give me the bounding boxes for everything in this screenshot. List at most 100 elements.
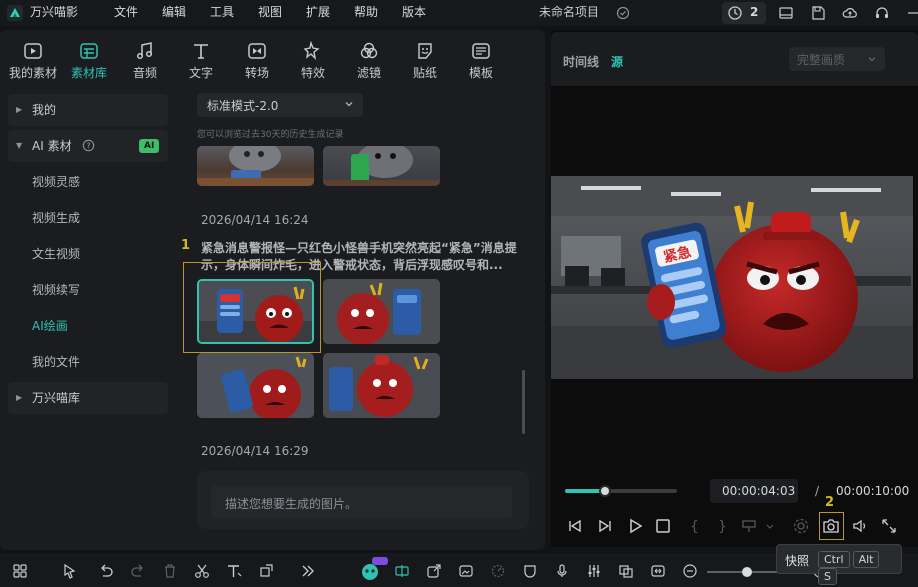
caret-right-icon: ▶ xyxy=(16,105,23,114)
scissors-icon[interactable] xyxy=(194,563,210,579)
stop-icon[interactable] xyxy=(654,517,672,535)
help-icon[interactable]: ? xyxy=(82,139,95,152)
image-edit-icon[interactable] xyxy=(458,563,474,579)
cloud-upload-icon[interactable] xyxy=(842,5,858,21)
preview-image[interactable]: 紧急 xyxy=(551,176,913,379)
current-time-box: 00:00:04:03 xyxy=(710,479,798,503)
menu-extensions[interactable]: 扩展 xyxy=(306,0,330,26)
notification-icon xyxy=(727,5,743,21)
music-icon xyxy=(119,40,171,62)
generated-image[interactable] xyxy=(197,353,314,418)
sidebar-item-ai-painting[interactable]: AI绘画 xyxy=(8,310,168,342)
insert-icon[interactable] xyxy=(740,517,758,535)
settings-gear-icon[interactable] xyxy=(792,517,810,535)
prompt-input[interactable]: 描述您想要生成的图片。 xyxy=(211,486,512,518)
effects-icon xyxy=(287,40,339,62)
more-tools-icon[interactable] xyxy=(300,563,316,579)
app-logo-icon xyxy=(6,4,24,22)
zoom-out-icon[interactable] xyxy=(682,563,698,579)
filter-icon xyxy=(343,40,395,62)
tab-source[interactable]: 源 xyxy=(611,53,623,70)
generated-image-selected[interactable] xyxy=(197,279,314,344)
step-marker-2: 2 xyxy=(825,495,835,510)
tab-audio[interactable]: 音频 xyxy=(119,40,171,80)
speed-icon[interactable] xyxy=(490,563,506,579)
content-scrollbar[interactable] xyxy=(522,370,525,434)
time-separator: / xyxy=(815,484,820,498)
tab-filters[interactable]: 滤镜 xyxy=(343,40,395,80)
zoom-slider[interactable] xyxy=(707,567,777,577)
layout-icon[interactable] xyxy=(778,5,794,21)
notification-count: 2 xyxy=(750,5,759,19)
tooltip-key: Ctrl xyxy=(818,551,850,568)
fullscreen-icon[interactable] xyxy=(880,517,898,535)
redo-icon[interactable] xyxy=(130,563,146,579)
crop-icon[interactable] xyxy=(258,563,274,579)
mode-select[interactable]: 标准模式-2.0 xyxy=(197,93,363,117)
tab-stickers[interactable]: 贴纸 xyxy=(399,40,451,80)
export-clip-icon[interactable] xyxy=(426,563,442,579)
delete-icon[interactable] xyxy=(162,563,178,579)
sidebar-item-ai-materials[interactable]: ▼ AI 素材 ? AI xyxy=(8,130,168,162)
sidebar-item-my[interactable]: ▶ 我的 xyxy=(8,94,168,126)
play-icon[interactable] xyxy=(626,517,644,535)
tab-timeline[interactable]: 时间线 xyxy=(563,53,599,70)
menu-file[interactable]: 文件 xyxy=(114,0,138,26)
audio-mixer-icon[interactable] xyxy=(586,563,602,579)
tab-templates[interactable]: 模板 xyxy=(455,40,507,80)
transition-icon xyxy=(231,40,283,62)
menu-version[interactable]: 版本 xyxy=(402,0,426,26)
project-name[interactable]: 未命名项目 xyxy=(539,0,599,26)
minimize-icon[interactable] xyxy=(906,5,918,21)
menu-edit[interactable]: 编辑 xyxy=(162,0,186,26)
step-marker-1: 1 xyxy=(181,238,191,253)
snapshot-tooltip: 快照 Ctrl Alt S xyxy=(776,544,902,585)
text-tool-icon[interactable] xyxy=(226,563,242,579)
sidebar-item-video-generation[interactable]: 视频生成 xyxy=(8,202,168,234)
mark-out-icon[interactable]: } xyxy=(712,517,730,535)
total-time: 00:00:10:00 xyxy=(836,484,910,498)
select-pointer-icon[interactable] xyxy=(62,563,78,579)
generated-image[interactable] xyxy=(197,146,314,186)
history-hint: 您可以浏览过去30天的历史生成记录 xyxy=(197,130,344,140)
grid-icon[interactable] xyxy=(12,563,28,579)
replace-icon[interactable] xyxy=(618,563,634,579)
ai-cut-icon[interactable] xyxy=(394,563,410,579)
tab-my-media[interactable]: 我的素材 xyxy=(7,40,59,80)
sidebar-item-video-inspiration[interactable]: 视频灵感 xyxy=(8,166,168,198)
mark-in-icon[interactable]: { xyxy=(684,517,702,535)
prompt-text: 紧急消息警报怪—只红色小怪兽手机突然亮起“紧急”消息提 xyxy=(201,241,517,255)
headset-icon[interactable] xyxy=(874,5,890,21)
microphone-icon[interactable] xyxy=(554,563,570,579)
zoom-slider-handle[interactable] xyxy=(742,567,752,577)
sidebar-item-video-extend[interactable]: 视频续写 xyxy=(8,274,168,306)
tab-effects[interactable]: 特效 xyxy=(287,40,339,80)
text-icon xyxy=(175,40,227,62)
sidebar-item-text-to-video[interactable]: 文生视频 xyxy=(8,238,168,270)
playback-progress[interactable] xyxy=(565,485,677,497)
tab-transitions[interactable]: 转场 xyxy=(231,40,283,80)
sidebar-item-my-files[interactable]: 我的文件 xyxy=(8,346,168,378)
generated-image[interactable] xyxy=(323,353,440,418)
fit-icon[interactable] xyxy=(650,563,666,579)
volume-icon[interactable] xyxy=(851,517,869,535)
prev-frame-icon[interactable] xyxy=(566,517,584,535)
generated-image[interactable] xyxy=(323,279,440,344)
notification-button[interactable]: 2 xyxy=(722,2,766,24)
tab-text[interactable]: 文字 xyxy=(175,40,227,80)
camera-snapshot-icon[interactable] xyxy=(822,517,840,535)
quality-select[interactable]: 完整画质 xyxy=(789,47,885,71)
mask-icon[interactable] xyxy=(522,563,538,579)
caret-right-icon: ▶ xyxy=(16,393,23,402)
chevron-down-icon xyxy=(867,54,877,64)
menu-tools[interactable]: 工具 xyxy=(210,0,234,26)
generated-image[interactable] xyxy=(323,146,440,186)
sidebar-item-stock-library[interactable]: ▶ 万兴喵库 xyxy=(8,382,168,414)
tab-library[interactable]: 素材库 xyxy=(63,40,115,80)
next-frame-icon[interactable] xyxy=(596,517,614,535)
save-icon[interactable] xyxy=(810,5,826,21)
menu-help[interactable]: 帮助 xyxy=(354,0,378,26)
menu-view[interactable]: 视图 xyxy=(258,0,282,26)
chevron-down-icon[interactable] xyxy=(764,517,776,535)
undo-icon[interactable] xyxy=(98,563,114,579)
